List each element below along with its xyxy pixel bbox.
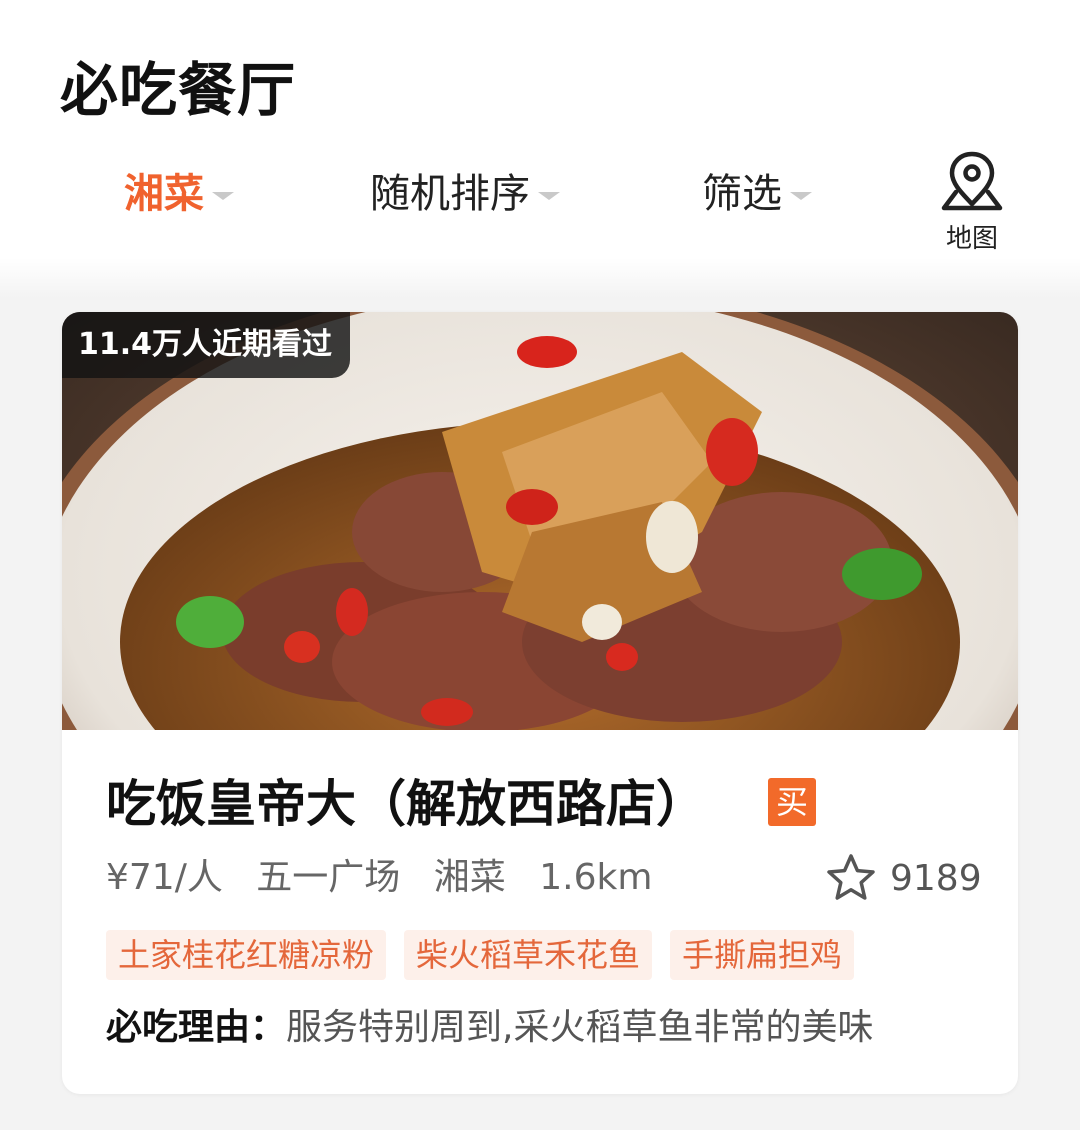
page-title: 必吃餐厅 xyxy=(60,56,297,124)
star-outline-icon xyxy=(827,854,875,900)
dish-tag[interactable]: 柴火稻草禾花鱼 xyxy=(404,930,653,980)
caret-down-icon xyxy=(538,192,560,200)
area-label: 五一广场 xyxy=(256,857,401,898)
cuisine-filter-label: 湘菜 xyxy=(124,171,204,217)
dish-tags: 土家桂花红糖凉粉 柴火稻草禾花鱼 手撕扁担鸡 xyxy=(106,930,872,980)
caret-down-icon xyxy=(790,192,812,200)
restaurant-name[interactable]: 吃饭皇帝大（解放西路店） xyxy=(106,770,706,838)
distance-label: 1.6km xyxy=(539,857,653,898)
sort-dropdown[interactable]: 随机排序 xyxy=(370,162,560,226)
map-label: 地图 xyxy=(945,224,998,254)
recent-views-badge: 11.4万人近期看过 xyxy=(62,312,351,378)
reason-label: 必吃理由： xyxy=(106,1007,287,1048)
dish-tag[interactable]: 手撕扁担鸡 xyxy=(670,930,855,980)
map-button[interactable]: 地图 xyxy=(930,148,1014,256)
sort-label: 随机排序 xyxy=(370,171,530,217)
filter-label: 筛选 xyxy=(702,171,782,217)
cuisine-label: 湘菜 xyxy=(433,857,506,898)
restaurant-card[interactable]: 11.4万人近期看过 吃饭皇帝大（解放西路店） 买 ¥71/人 五一广场 湘菜 … xyxy=(62,312,1018,1094)
must-eat-reason: 必吃理由：服务特别周到,采火稻草鱼非常的美味 xyxy=(106,1000,873,1056)
filter-dropdown[interactable]: 筛选 xyxy=(702,162,812,226)
favorite-button[interactable]: 9189 xyxy=(824,850,982,906)
map-pin-icon xyxy=(941,151,1003,211)
header xyxy=(0,0,1080,268)
reason-text: 服务特别周到,采火稻草鱼非常的美味 xyxy=(286,1007,874,1048)
favorite-count: 9189 xyxy=(890,857,982,899)
caret-down-icon xyxy=(212,192,234,200)
header-shadow xyxy=(0,258,1080,298)
dish-tag[interactable]: 土家桂花红糖凉粉 xyxy=(106,930,387,980)
buy-badge: 买 xyxy=(768,778,816,826)
restaurant-meta: ¥71/人 五一广场 湘菜 1.6km xyxy=(106,850,674,906)
cuisine-filter-dropdown[interactable]: 湘菜 xyxy=(124,162,234,226)
price-per-person: ¥71/人 xyxy=(106,857,223,898)
